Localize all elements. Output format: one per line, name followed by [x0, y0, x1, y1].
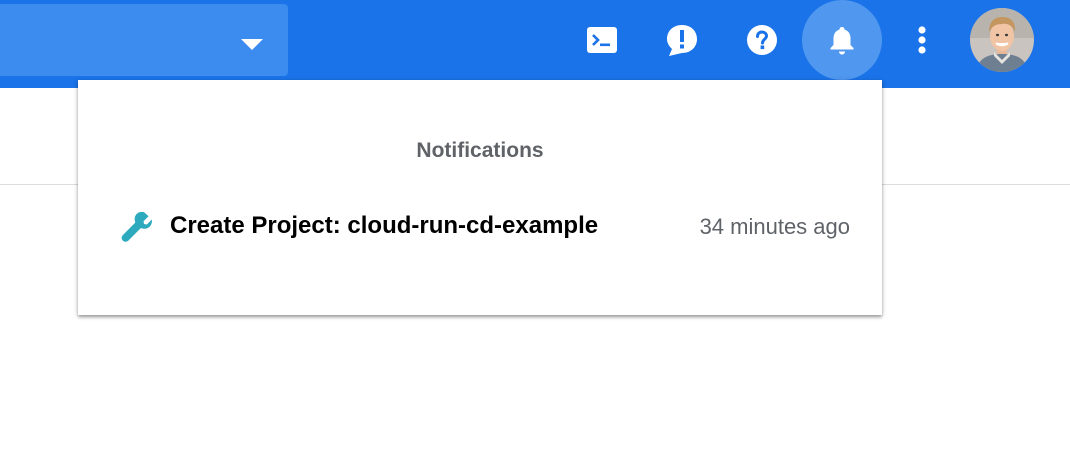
- notification-time: 34 minutes ago: [699, 214, 850, 239]
- project-selector[interactable]: [0, 4, 288, 76]
- notifications-panel: [78, 80, 882, 315]
- bell-icon[interactable]: [827, 24, 857, 56]
- feedback-icon[interactable]: [662, 20, 702, 60]
- notification-text: Create Project: cloud-run-cd-example: [170, 212, 599, 239]
- help-icon[interactable]: [742, 20, 782, 60]
- notification-item[interactable]: Create Project: cloud-run-cd-example 34 …: [78, 200, 882, 256]
- notifications-button[interactable]: [802, 0, 882, 80]
- user-avatar[interactable]: [970, 8, 1034, 72]
- caret-down-icon[interactable]: [241, 39, 263, 50]
- terminal-icon[interactable]: [582, 20, 622, 60]
- top-header-bar: [0, 0, 1070, 88]
- notifications-title: Notifications: [416, 139, 544, 162]
- more-vert-icon[interactable]: [902, 20, 942, 60]
- wrench-icon: [120, 209, 154, 243]
